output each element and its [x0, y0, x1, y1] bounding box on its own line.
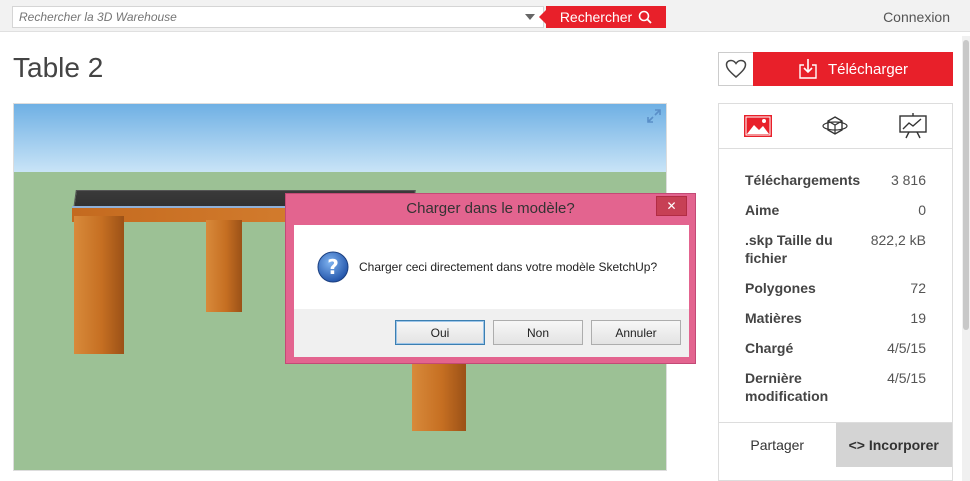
stat-row: .skp Taille du fichier 822,2 kB [719, 231, 952, 267]
orbit-3d-icon [822, 116, 849, 135]
heart-icon [725, 59, 747, 78]
stat-row: Matières 19 [719, 309, 952, 327]
stat-value: 3 816 [890, 172, 926, 188]
stat-row: Aime 0 [719, 201, 952, 219]
stat-value: 4/5/15 [887, 340, 926, 356]
stat-label: Téléchargements [745, 172, 861, 188]
stat-label: Dernière modification [745, 370, 829, 404]
stat-row: Téléchargements 3 816 [719, 171, 952, 189]
close-icon: ✕ [666, 199, 677, 213]
question-icon: ? [317, 251, 349, 283]
stat-label: .skp Taille du fichier [745, 232, 833, 266]
download-button[interactable]: Télécharger [753, 52, 953, 86]
presentation-icon [899, 113, 927, 139]
dialog-title: Charger dans le modèle? [406, 200, 575, 217]
tab-presentation-view[interactable] [893, 110, 933, 142]
stat-label: Chargé [745, 340, 794, 356]
dialog-message-area: ? Charger ceci directement dans votre mo… [294, 225, 689, 309]
stat-value: 72 [910, 280, 926, 296]
top-bar: Rechercher Connexion [0, 0, 970, 32]
download-icon [799, 59, 817, 79]
model-leg [412, 359, 466, 431]
dialog-footer: Oui Non Annuler [294, 309, 689, 357]
stat-value: 0 [918, 202, 926, 218]
download-button-label: Télécharger [827, 60, 909, 78]
search-button[interactable]: Rechercher [539, 6, 666, 28]
tab-embed[interactable]: <> Incorporer [835, 423, 952, 467]
tab-image-view[interactable] [738, 110, 778, 142]
favorite-button[interactable] [718, 52, 754, 86]
view-mode-tabs [719, 104, 952, 149]
stat-row: Dernière modification 4/5/15 [719, 369, 952, 405]
dialog-close-button[interactable]: ✕ [656, 196, 687, 216]
viewer-sky [14, 104, 666, 172]
search-input[interactable] [13, 7, 543, 27]
stat-label: Polygones [745, 280, 816, 296]
load-into-model-dialog: Charger dans le modèle? ✕ ? Charger ceci… [285, 193, 696, 364]
stat-value: 822,2 kB [870, 232, 926, 248]
search-button-label: Rechercher [559, 9, 633, 25]
tab-3d-view[interactable] [815, 110, 855, 142]
model-leg [74, 216, 124, 354]
stat-label: Matières [745, 310, 802, 326]
dialog-body: ? Charger ceci directement dans votre mo… [294, 225, 689, 357]
yes-button[interactable]: Oui [395, 320, 485, 345]
dialog-message: Charger ceci directement dans votre modè… [359, 260, 658, 274]
page-scrollbar[interactable] [962, 36, 970, 481]
tab-share[interactable]: Partager [719, 423, 836, 467]
details-panel: Téléchargements 3 816 Aime 0 .skp Taille d… [718, 103, 953, 481]
stat-value: 19 [910, 310, 926, 326]
model-stats: Téléchargements 3 816 Aime 0 .skp Taille d… [719, 149, 952, 405]
no-button[interactable]: Non [493, 320, 583, 345]
cancel-button[interactable]: Annuler [591, 320, 681, 345]
dropdown-caret-icon[interactable] [525, 14, 535, 20]
stat-row: Polygones 72 [719, 279, 952, 297]
model-leg [206, 220, 242, 312]
expand-icon[interactable] [646, 108, 662, 124]
page-title: Table 2 [13, 52, 104, 83]
stat-label: Aime [745, 202, 780, 218]
image-icon [743, 115, 772, 137]
svg-text:?: ? [327, 255, 339, 279]
scrollbar-thumb[interactable] [963, 40, 969, 330]
search-icon [638, 10, 652, 24]
stat-row: Chargé 4/5/15 [719, 339, 952, 357]
login-link[interactable]: Connexion [883, 9, 950, 25]
stat-value: 4/5/15 [887, 370, 926, 386]
search-box [12, 6, 544, 28]
share-tabs: Partager <> Incorporer [719, 422, 952, 467]
